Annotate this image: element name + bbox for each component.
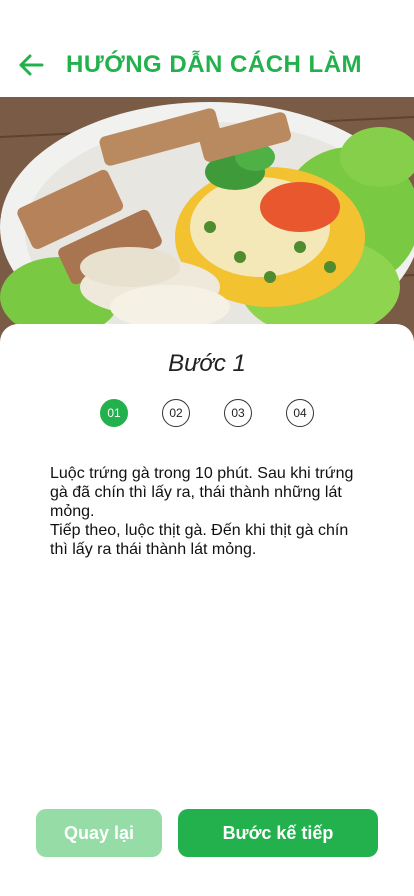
step-instructions: Luộc trứng gà trong 10 phút. Sau khi trứ…: [50, 464, 370, 559]
instruction-paragraph: Tiếp theo, luộc thịt gà. Đến khi thịt gà…: [50, 522, 349, 558]
dish-photo: [0, 97, 414, 347]
step-indicator: 01 02 03 04: [99, 399, 319, 427]
step-sheet: Bước 1 01 02 03 04 Luộc trứng gà trong 1…: [0, 324, 414, 896]
step-title: Bước 1: [168, 350, 246, 377]
app-header: HƯỚNG DẪN CÁCH LÀM: [0, 0, 414, 97]
previous-step-button[interactable]: Quay lại: [36, 809, 162, 857]
step-dot-03[interactable]: 03: [224, 399, 252, 427]
arrow-left-icon: [19, 54, 44, 76]
page-title: HƯỚNG DẪN CÁCH LÀM: [66, 51, 363, 78]
step-dot-04[interactable]: 04: [286, 399, 314, 427]
instruction-paragraph: Luộc trứng gà trong 10 phút. Sau khi trứ…: [50, 465, 354, 520]
next-step-button[interactable]: Bước kế tiếp: [178, 809, 378, 857]
step-dot-02[interactable]: 02: [162, 399, 190, 427]
back-arrow-button[interactable]: [16, 50, 46, 80]
step-dot-01[interactable]: 01: [100, 399, 128, 427]
